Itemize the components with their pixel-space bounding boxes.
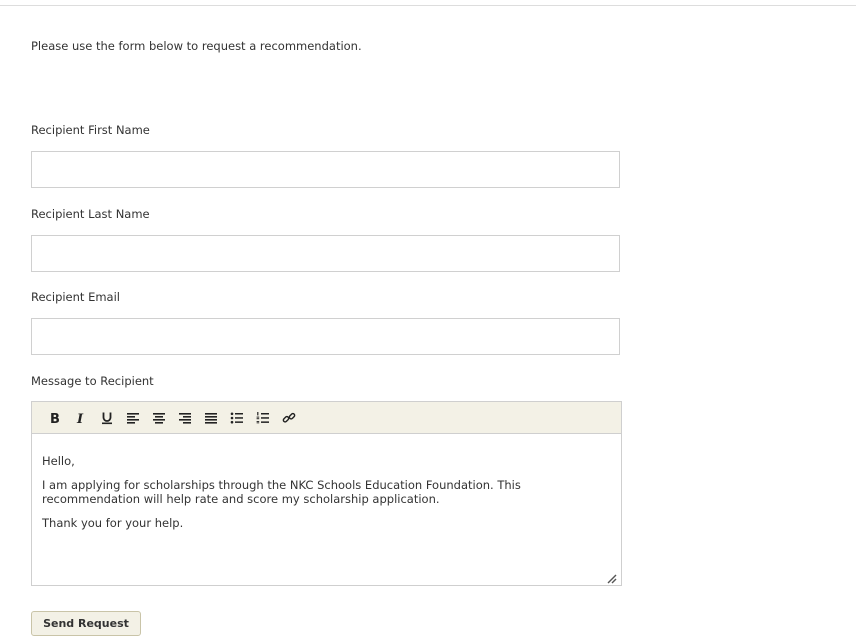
align-justify-icon[interactable] [199, 407, 223, 429]
resize-handle-icon[interactable] [605, 569, 617, 584]
send-request-button[interactable]: Send Request [31, 611, 141, 636]
svg-text:B: B [50, 412, 60, 425]
top-divider [0, 5, 856, 6]
link-icon[interactable] [277, 407, 301, 429]
italic-icon[interactable]: I [69, 407, 93, 429]
editor-toolbar: B I [32, 402, 621, 434]
intro-text: Please use the form below to request a r… [31, 39, 362, 53]
align-right-icon[interactable] [173, 407, 197, 429]
last-name-label: Recipient Last Name [31, 207, 150, 221]
message-body[interactable]: Hello, I am applying for scholarships th… [32, 434, 621, 530]
numbered-list-icon[interactable] [251, 407, 275, 429]
email-label: Recipient Email [31, 290, 120, 304]
first-name-input[interactable] [31, 151, 620, 188]
message-paragraph: Thank you for your help. [42, 516, 184, 530]
message-paragraph: I am applying for scholarships through t… [42, 478, 521, 506]
svg-text:I: I [76, 412, 84, 425]
email-input[interactable] [31, 318, 620, 355]
message-paragraph: Hello, [42, 454, 75, 468]
message-label: Message to Recipient [31, 374, 154, 388]
align-center-icon[interactable] [147, 407, 171, 429]
last-name-input[interactable] [31, 235, 620, 272]
bold-icon[interactable]: B [43, 407, 67, 429]
first-name-label: Recipient First Name [31, 123, 150, 137]
underline-icon[interactable] [95, 407, 119, 429]
message-editor: B I Hello, I am applying for scholarship… [31, 401, 622, 586]
bullet-list-icon[interactable] [225, 407, 249, 429]
align-left-icon[interactable] [121, 407, 145, 429]
